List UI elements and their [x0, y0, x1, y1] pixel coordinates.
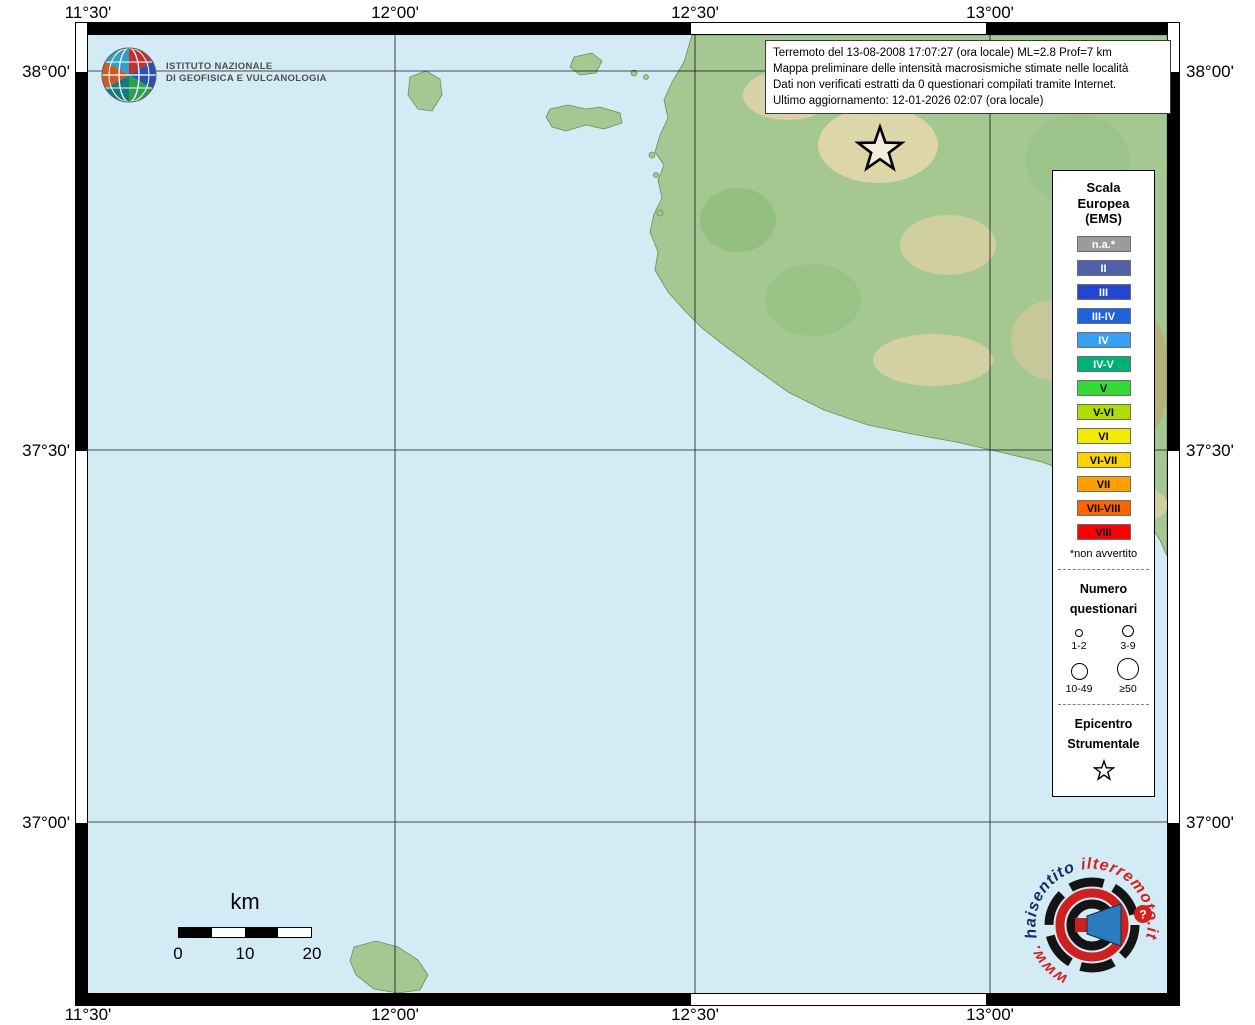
- ems-chip-v-vi: V-VI: [1077, 404, 1131, 420]
- map-frame-right: [1167, 22, 1180, 1006]
- ems-chip-viii: VIII: [1077, 524, 1131, 540]
- scalebar: [178, 927, 312, 938]
- questionnaire-label-2: 3-9: [1120, 640, 1135, 652]
- ems-intensity-scale: n.a.* II III III-IV IV IV-V V V-VI VI VI…: [1053, 236, 1154, 540]
- legend-title-line2: Europea: [1053, 196, 1154, 212]
- star-icon: [1093, 759, 1115, 783]
- axis-label-bottom-3: 12°30': [671, 1005, 719, 1025]
- axis-label-bottom-2: 12°00': [371, 1005, 419, 1025]
- event-info-line1: Terremoto del 13-08-2008 17:07:27 (ora l…: [773, 45, 1163, 61]
- map-frame-top: [75, 22, 1180, 35]
- questionnaire-circle-4-icon: [1117, 658, 1139, 680]
- axis-label-left-1: 38°00': [0, 62, 70, 82]
- axis-label-top-2: 12°00': [371, 3, 419, 23]
- questionnaire-label-3: 10-49: [1066, 683, 1093, 695]
- ems-chip-vii: VII: [1077, 476, 1131, 492]
- ingv-line2: DI GEOFISICA E VULCANOLOGIA: [166, 73, 327, 85]
- megaphone-handle-icon: [1075, 918, 1087, 932]
- ems-chip-iii: III: [1077, 284, 1131, 300]
- legend-title-line1: Scala: [1053, 180, 1154, 196]
- ingv-line1: ISTITUTO NAZIONALE: [166, 61, 327, 73]
- ems-chip-v: V: [1077, 380, 1131, 396]
- scalebar-tick-10: 10: [236, 944, 255, 964]
- legend-footnote: *non avvertito: [1053, 548, 1154, 560]
- event-info-line3: Dati non verificati estratti da 0 questi…: [773, 77, 1163, 93]
- epicenter-legend-symbol: [1053, 759, 1154, 788]
- event-info-line4: Ultimo aggiornamento: 12-01-2026 02:07 (…: [773, 93, 1163, 109]
- legend-divider-1: [1058, 569, 1149, 570]
- ems-chip-ii: II: [1077, 260, 1131, 276]
- questionnaire-size-2: 3-9: [1105, 625, 1151, 652]
- ems-chip-na: n.a.*: [1077, 236, 1131, 252]
- island-marettimo: [408, 71, 442, 111]
- questionnaire-label-1: 1-2: [1071, 640, 1086, 652]
- question-badge-text: ?: [1139, 908, 1146, 922]
- map-frame-left: [75, 22, 88, 1006]
- ems-chip-vi-vii: VI-VII: [1077, 452, 1131, 468]
- questionnaires-title-line2: questionari: [1053, 599, 1154, 619]
- axis-label-bottom-1: 11°30': [65, 1005, 112, 1025]
- axis-label-bottom-4: 13°00': [966, 1005, 1014, 1025]
- axis-label-right-3: 37°00': [1186, 813, 1234, 833]
- questionnaire-size-row-2: 10-49 ≥50: [1053, 658, 1154, 695]
- questionnaire-circle-3-icon: [1071, 663, 1088, 680]
- map-canvas: [88, 35, 1167, 993]
- island-levanzo: [570, 53, 602, 75]
- megaphone-icon: [1087, 904, 1121, 946]
- axis-label-top-3: 12°30': [671, 3, 719, 23]
- questionnaire-circle-1-icon: [1075, 629, 1083, 637]
- ems-chip-vi: VI: [1077, 428, 1131, 444]
- axis-label-top-1: 11°30': [65, 3, 112, 23]
- questionnaire-size-row-1: 1-2 3-9: [1053, 625, 1154, 652]
- legend-divider-2: [1058, 704, 1149, 705]
- questionnaire-label-4: ≥50: [1119, 683, 1136, 695]
- epicenter-title-line1: Epicentro: [1053, 714, 1154, 734]
- questionnaire-size-1: 1-2: [1056, 629, 1102, 652]
- map-graphics: [88, 35, 1167, 993]
- axis-label-left-3: 37°00': [0, 813, 70, 833]
- scalebar-tick-20: 20: [303, 944, 322, 964]
- ems-chip-vii-viii: VII-VIII: [1077, 500, 1131, 516]
- questionnaire-circle-2-icon: [1122, 625, 1134, 637]
- axis-label-left-2: 37°30': [0, 441, 70, 461]
- legend-panel: Scala Europea (EMS) n.a.* II III III-IV …: [1052, 170, 1155, 797]
- island-favignana: [546, 105, 622, 131]
- questionnaire-size-3: 10-49: [1056, 663, 1102, 695]
- ems-chip-iv: IV: [1077, 332, 1131, 348]
- axis-label-right-1: 38°00': [1186, 62, 1234, 82]
- questionnaires-title-line1: Numero: [1053, 579, 1154, 599]
- axis-label-right-2: 37°30': [1186, 441, 1234, 461]
- questionnaire-size-4: ≥50: [1105, 658, 1151, 695]
- ems-chip-iv-v: IV-V: [1077, 356, 1131, 372]
- ingv-wordmark: ISTITUTO NAZIONALE DI GEOFISICA E VULCAN…: [166, 61, 327, 85]
- scalebar-tick-0: 0: [173, 944, 182, 964]
- ems-chip-iii-iv: III-IV: [1077, 308, 1131, 324]
- ingv-globe-logo-icon: [98, 44, 160, 106]
- epicenter-title: Epicentro Strumentale: [1053, 714, 1154, 754]
- legend-title: Scala Europea (EMS): [1053, 180, 1154, 227]
- epicenter-title-line2: Strumentale: [1053, 734, 1154, 754]
- map-frame-bottom: [75, 993, 1180, 1006]
- island-pantelleria: [350, 941, 428, 993]
- event-info-line2: Mappa preliminare delle intensità macros…: [773, 61, 1163, 77]
- scalebar-unit: km: [178, 889, 312, 915]
- axis-label-top-4: 13°00': [966, 3, 1014, 23]
- logo-text-www: www.: [1026, 942, 1070, 988]
- legend-title-line3: (EMS): [1053, 211, 1154, 227]
- haisentitoilterremoto-logo: www. haisentito ilterremoto.it ?: [1017, 850, 1167, 1000]
- event-info-box: Terremoto del 13-08-2008 17:07:27 (ora l…: [765, 40, 1171, 114]
- questionnaires-title: Numero questionari: [1053, 579, 1154, 619]
